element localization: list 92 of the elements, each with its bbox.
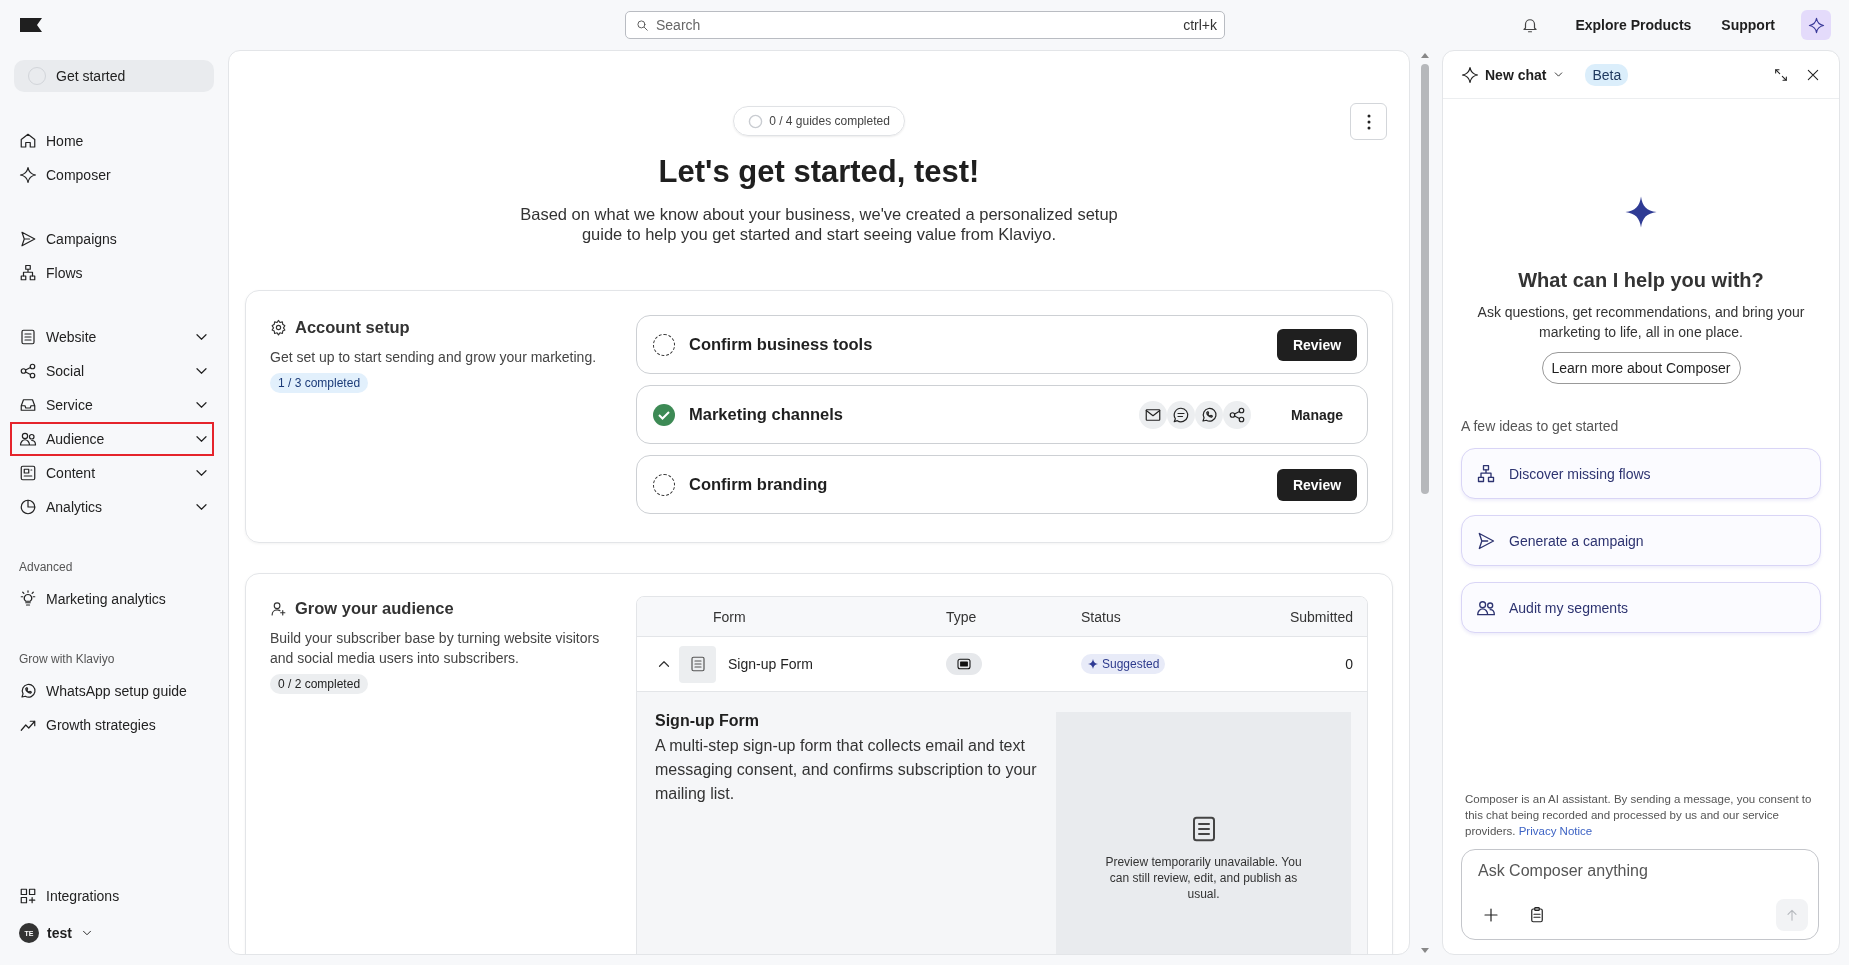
bell-icon	[1521, 16, 1540, 34]
detail-description: A multi-step sign-up form that collects email and text messaging consent, and confirms subscription to your mailing list.	[655, 736, 1038, 804]
logo[interactable]	[20, 18, 42, 32]
form-name[interactable]: Sign-up Form	[728, 656, 813, 672]
suggestion-card[interactable]: Discover missing flows	[1461, 448, 1821, 499]
progress-ring-icon	[748, 113, 764, 129]
preview-note: Preview temporarily unavailable. You can still review, edit, and publish as usual.	[1104, 854, 1303, 902]
grid-icon	[19, 887, 37, 905]
popup-icon	[956, 656, 972, 672]
progress-badge: 1 / 3 completed	[270, 373, 369, 393]
nav-item[interactable]: Service	[10, 388, 214, 422]
page-title: Let's get started, test!	[658, 154, 980, 190]
nav-item[interactable]: Growth strategies	[10, 708, 214, 742]
section-description: Build your subscriber base by turning website visitors and social media users into subscribers.	[270, 629, 601, 668]
column-header: Type	[946, 608, 978, 625]
beta-badge: Beta	[1585, 63, 1629, 86]
share-icon	[1228, 405, 1246, 424]
more-icon	[1366, 113, 1371, 130]
send-icon	[1476, 530, 1496, 551]
sparkle-icon	[1624, 195, 1658, 229]
expand-icon	[1773, 66, 1789, 83]
send-icon	[19, 230, 37, 248]
whatsapp-icon	[19, 682, 37, 700]
task-title: Marketing channels	[689, 405, 845, 424]
section-title: Grow your audience	[295, 599, 454, 618]
new-chat-dropdown[interactable]: New chat	[1461, 65, 1566, 84]
column-header: Status	[1081, 608, 1122, 625]
chat-icon	[1172, 405, 1190, 424]
get-started-item[interactable]: Get started	[14, 60, 214, 92]
nav-item[interactable]: Flows	[10, 256, 214, 290]
clipboard-icon	[1528, 906, 1546, 924]
chat-subtitle: Ask questions, get recommendations, and bring your marketing to life, all in one place.	[1476, 303, 1806, 342]
progress-badge: 0 / 2 completed	[270, 674, 369, 694]
nav-item[interactable]: Social	[10, 354, 214, 388]
column-header: Form	[713, 608, 747, 625]
gear-icon	[270, 319, 287, 336]
people-icon	[19, 430, 37, 448]
arrow-up-icon	[1784, 907, 1800, 923]
review-button[interactable]: Review	[1277, 328, 1357, 361]
nav-item[interactable]: Marketing analytics	[10, 582, 214, 616]
lightbulb-icon	[19, 590, 37, 608]
home-icon	[19, 132, 37, 150]
manage-button[interactable]: Manage	[1277, 398, 1357, 431]
share-icon	[19, 362, 37, 380]
nav-item[interactable]: Audience	[10, 422, 214, 456]
nav-item[interactable]: Home	[10, 124, 214, 158]
review-button[interactable]: Review	[1277, 468, 1357, 501]
table-cell-text: 0	[1344, 656, 1354, 672]
flowchart-icon	[19, 264, 37, 282]
person-plus-icon	[270, 600, 287, 617]
task-title: Confirm branding	[689, 475, 829, 494]
nav-link[interactable]: Support	[1721, 17, 1775, 33]
task-title: Confirm business tools	[689, 335, 874, 354]
status-badge: Suggested	[1081, 654, 1166, 674]
message-field[interactable]: Ask Composer anything	[1478, 862, 1808, 880]
page-description: Based on what we know about your business, we've created a personalized setup guide to help you get started and start seeing value from Klaviyo.	[519, 204, 1119, 244]
privacy-link[interactable]: Privacy Notice	[1518, 825, 1593, 837]
nav-item[interactable]: Website	[10, 320, 214, 354]
nav-item[interactable]: Content	[10, 456, 214, 490]
document-icon	[19, 328, 37, 346]
user-name[interactable]: test	[47, 925, 72, 941]
section-heading: Advanced	[18, 559, 74, 576]
plus-icon	[1482, 906, 1500, 924]
composer-button[interactable]	[1801, 10, 1831, 40]
suggestion-card[interactable]: Audit my segments	[1461, 582, 1821, 633]
column-header: Submitted	[1288, 608, 1354, 625]
sparkle-icon	[1807, 16, 1825, 34]
flowchart-icon	[1476, 463, 1496, 484]
nav-item[interactable]: Integrations	[10, 879, 214, 913]
whatsapp-icon	[1200, 405, 1218, 424]
sparkle-icon	[19, 166, 37, 184]
inbox-icon	[19, 396, 37, 414]
nav-item[interactable]: Composer	[10, 158, 214, 192]
suggestion-card[interactable]: Generate a campaign	[1461, 515, 1821, 566]
pie-chart-icon	[19, 498, 37, 516]
nav-item[interactable]: WhatsApp setup guide	[10, 674, 214, 708]
form-icon	[688, 655, 707, 673]
content-icon	[19, 464, 37, 482]
learn-more-button[interactable]: Learn more about Composer	[1541, 352, 1741, 384]
nav-item[interactable]: Analytics	[10, 490, 214, 524]
disclaimer: Composer is an AI assistant. By sending a message, you consent to this chat being recorded and processed by us and our service providers. Privacy Notice	[1465, 792, 1813, 839]
section-heading: Grow with Klaviyo	[18, 651, 116, 668]
sparkle-icon	[1461, 65, 1479, 84]
ideas-heading: A few ideas to get started	[1461, 418, 1619, 434]
detail-title: Sign-up Form	[655, 712, 760, 730]
chat-heading: What can I help you with?	[1518, 269, 1764, 292]
section-description: Get set up to start sending and grow your marketing.	[270, 348, 598, 367]
nav-link[interactable]: Explore Products	[1575, 17, 1692, 33]
nav-item[interactable]: Campaigns	[10, 222, 214, 256]
section-title: Account setup	[295, 318, 410, 337]
search-icon	[635, 18, 649, 32]
shortcut-hint: ctrl+k	[1183, 17, 1217, 33]
